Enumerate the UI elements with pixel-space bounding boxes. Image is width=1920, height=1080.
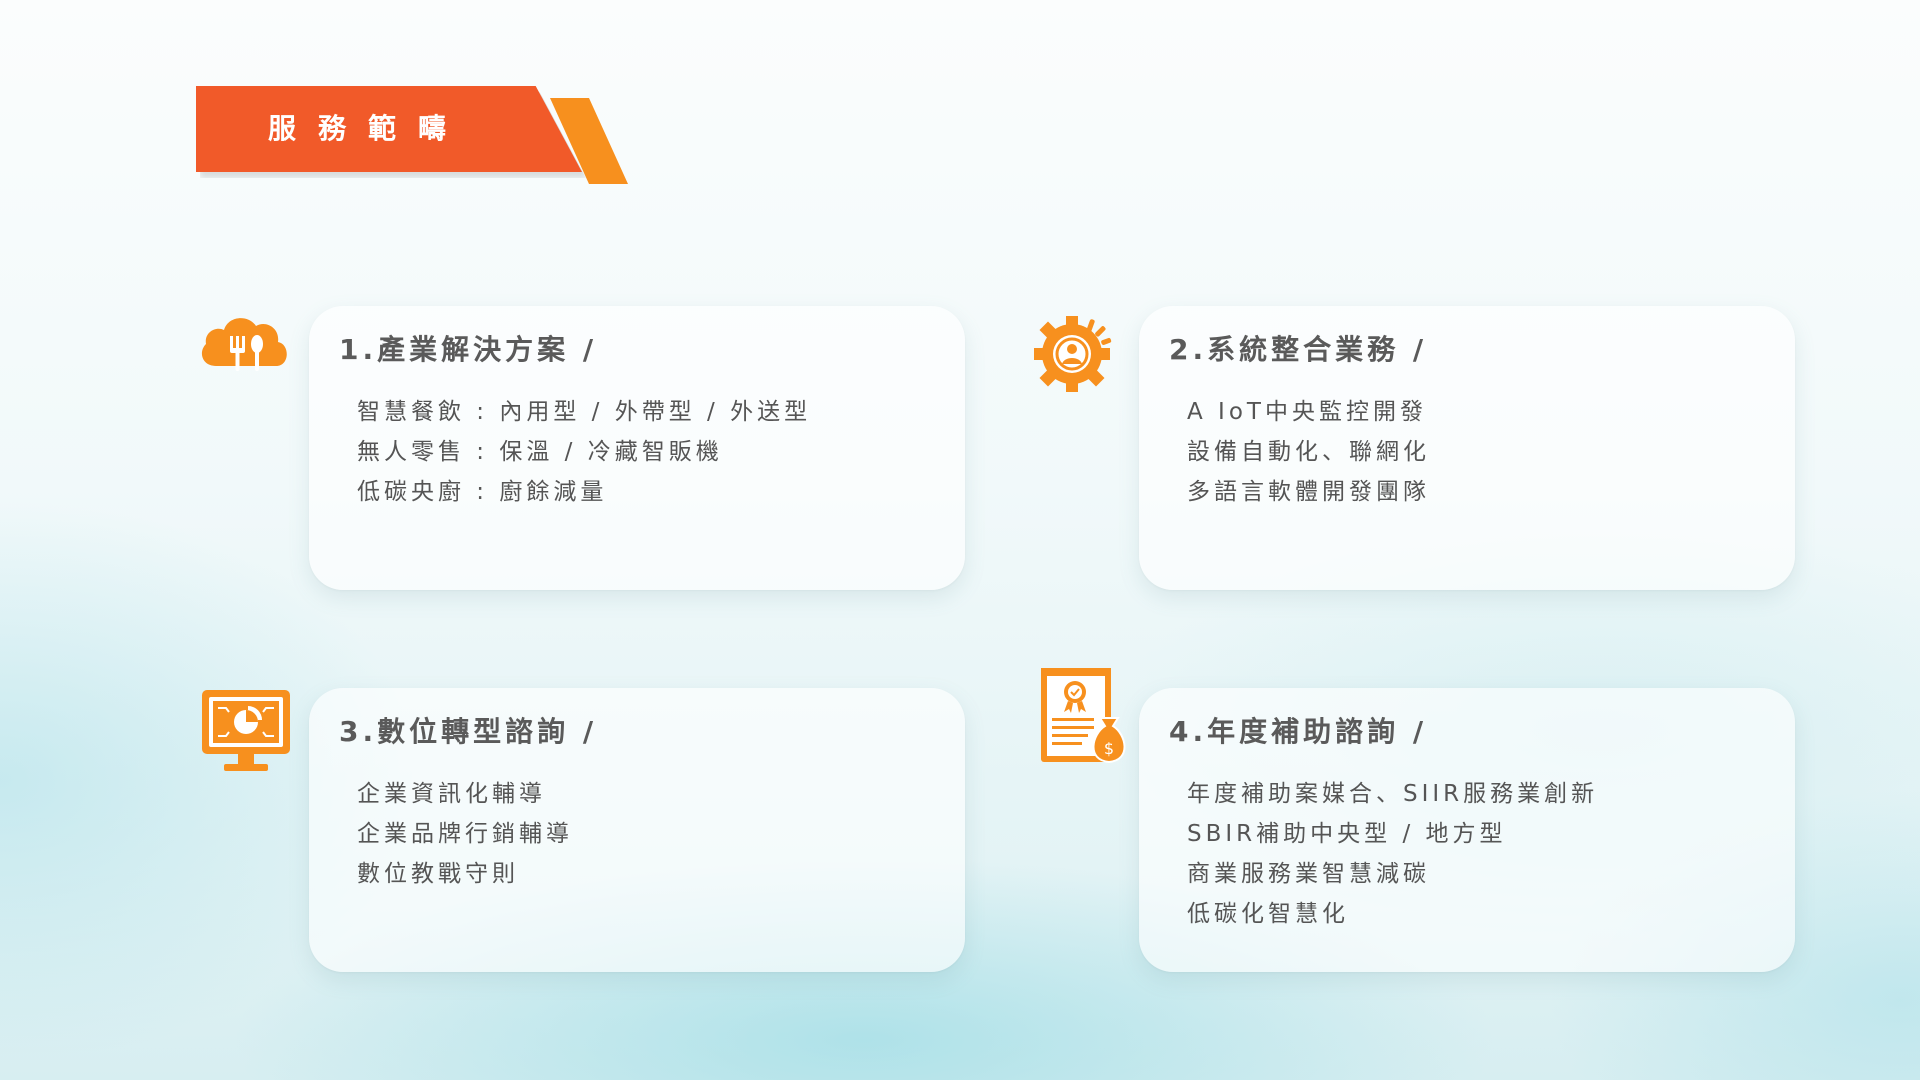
service-card-annual-subsidy: 4.年度補助諮詢 / 年度補助案媒合、SIIR服務業創新 SBIR補助中央型 /… — [1139, 688, 1795, 972]
service-card-system-integration: 2.系統整合業務 / A IoT中央監控開發 設備自動化、聯網化 多語言軟體開發… — [1139, 306, 1795, 590]
card-item-list: 企業資訊化輔導 企業品牌行銷輔導 數位教戰守則 — [357, 774, 573, 894]
card-title: 4.年度補助諮詢 / — [1169, 715, 1428, 748]
card-title: 1.產業解決方案 / — [339, 333, 598, 366]
monitor-chart-icon — [198, 684, 298, 784]
list-item: 智慧餐飲 : 內用型 / 外帶型 / 外送型 — [357, 399, 812, 425]
gear-user-icon — [1026, 300, 1126, 400]
list-item: 多語言軟體開發團隊 — [1187, 479, 1430, 505]
card-item-list: A IoT中央監控開發 設備自動化、聯網化 多語言軟體開發團隊 — [1187, 392, 1430, 512]
section-banner: 服務範疇 — [196, 86, 636, 186]
list-item: 企業品牌行銷輔導 — [357, 821, 573, 847]
card-item-list: 年度補助案媒合、SIIR服務業創新 SBIR補助中央型 / 地方型 商業服務業智… — [1187, 774, 1598, 934]
list-item: SBIR補助中央型 / 地方型 — [1187, 821, 1507, 847]
banner-ribbon: 服務範疇 — [196, 86, 582, 172]
service-card-industry-solutions: 1.產業解決方案 / 智慧餐飲 : 內用型 / 外帶型 / 外送型 無人零售 :… — [309, 306, 965, 590]
list-item: 商業服務業智慧減碳 — [1187, 861, 1430, 887]
page-title: 服務範疇 — [268, 112, 469, 145]
list-item: 企業資訊化輔導 — [357, 781, 546, 807]
cloud-utensils-icon — [194, 296, 294, 396]
card-title: 2.系統整合業務 / — [1169, 333, 1428, 366]
list-item: A IoT中央監控開發 — [1187, 399, 1427, 425]
list-item: 無人零售 : 保溫 / 冷藏智販機 — [357, 439, 723, 465]
list-item: 數位教戰守則 — [357, 861, 519, 887]
card-title: 3.數位轉型諮詢 / — [339, 715, 598, 748]
certificate-money-icon: $ — [1036, 666, 1136, 766]
list-item: 低碳央廚 : 廚餘減量 — [357, 479, 608, 505]
card-item-list: 智慧餐飲 : 內用型 / 外帶型 / 外送型 無人零售 : 保溫 / 冷藏智販機… — [357, 392, 811, 512]
service-card-digital-transformation: 3.數位轉型諮詢 / 企業資訊化輔導 企業品牌行銷輔導 數位教戰守則 — [309, 688, 965, 972]
list-item: 年度補助案媒合、SIIR服務業創新 — [1187, 781, 1599, 807]
list-item: 設備自動化、聯網化 — [1187, 439, 1430, 465]
svg-text:$: $ — [1104, 739, 1114, 758]
list-item: 低碳化智慧化 — [1187, 901, 1349, 927]
